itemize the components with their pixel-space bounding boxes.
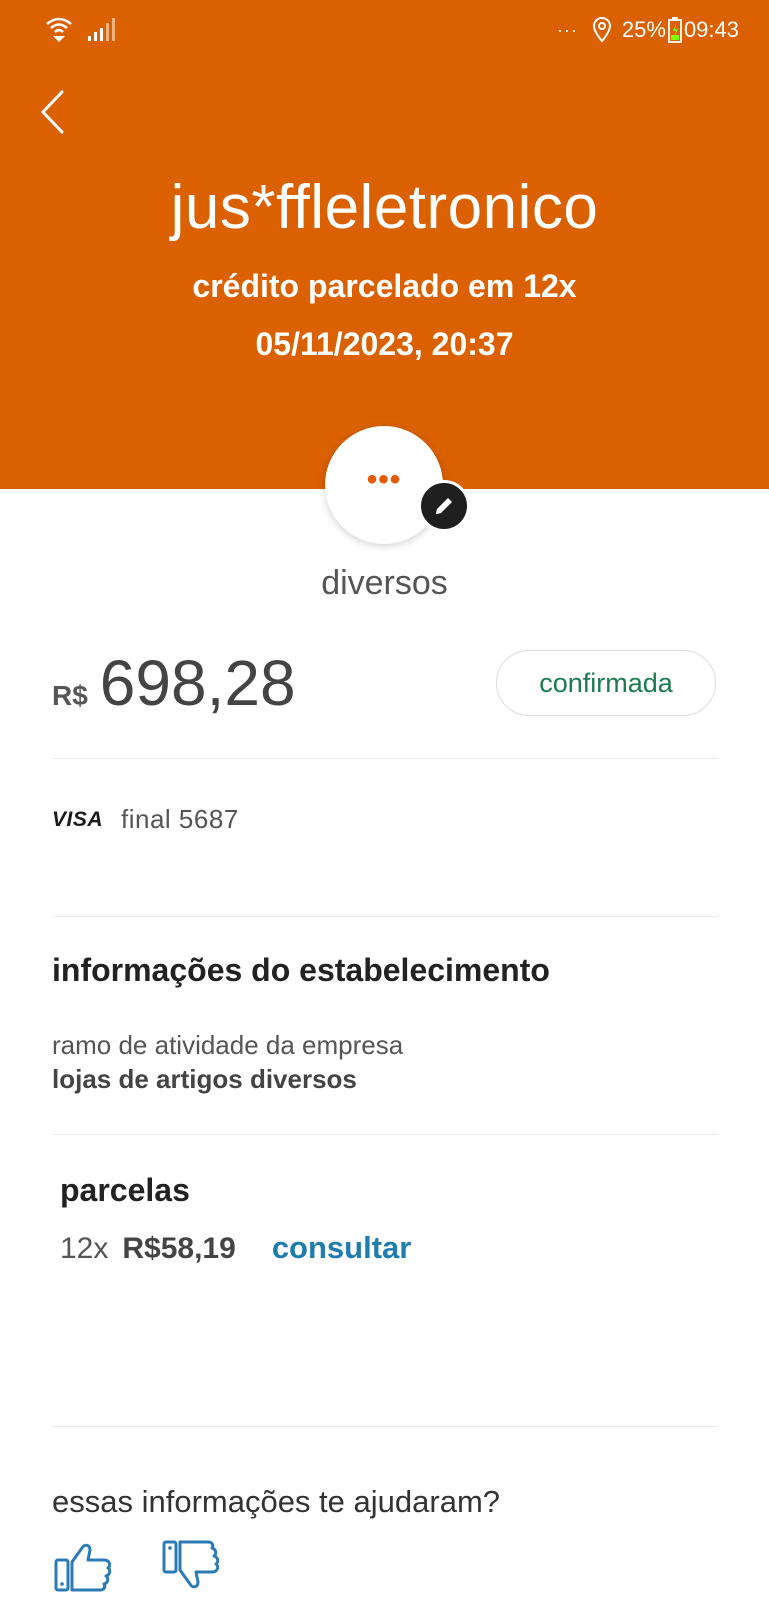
more-icon: •••: [366, 463, 402, 496]
status-badge: confirmada: [496, 650, 716, 716]
amount: R$ 698,28: [52, 646, 296, 720]
card-final-digits: final 5687: [121, 804, 239, 834]
card-info: VISA final 5687: [52, 804, 239, 835]
location-icon: [592, 16, 612, 44]
category-name: diversos: [321, 564, 448, 602]
thumbs-up-icon: [54, 1543, 112, 1592]
divider: [52, 758, 718, 759]
edit-category-button[interactable]: [418, 480, 470, 532]
transaction-datetime: 05/11/2023, 20:37: [255, 326, 514, 362]
divider: [52, 1134, 718, 1135]
divider: [52, 1426, 718, 1427]
divider: [52, 916, 718, 917]
merchant-info-title: informações do estabelecimento: [52, 952, 550, 988]
business-activity-label: ramo de atividade da empresa: [52, 1030, 404, 1060]
pencil-icon: [436, 498, 452, 514]
installments-title: parcelas: [60, 1172, 190, 1208]
visa-logo: VISA: [52, 807, 104, 831]
installments-row: 12x R$58,19 consultar: [60, 1230, 411, 1266]
signal-icon: [88, 18, 116, 47]
wifi-icon: [44, 14, 74, 49]
installments-count: 12x: [60, 1232, 109, 1265]
merchant-name: jus*ffleletronico: [170, 173, 599, 242]
consult-installments-link[interactable]: consultar: [272, 1230, 412, 1266]
chevron-left-icon: [40, 90, 64, 134]
amount-value: 698,28: [99, 647, 296, 719]
status-right: ··· 25% 09:43: [557, 16, 739, 44]
thumbs-down-button[interactable]: [162, 1540, 222, 1592]
business-activity-value: lojas de artigos diversos: [52, 1064, 357, 1094]
status-bar: ··· 25% 09:43: [0, 0, 769, 64]
thumbs-up-button[interactable]: [54, 1540, 114, 1592]
back-button[interactable]: [30, 84, 74, 140]
transaction-type: crédito parcelado em 12x: [192, 268, 577, 304]
battery-percent: 25%: [621, 17, 666, 42]
notification-dots: ···: [556, 19, 578, 40]
header: ··· 25% 09:43 jus*ffleletronico crédito …: [0, 0, 769, 489]
installment-value: R$58,19: [122, 1232, 236, 1265]
thumbs-down-icon: [162, 1540, 220, 1589]
currency-symbol: R$: [52, 680, 88, 711]
clock: 09:43: [683, 17, 739, 42]
battery-icon: [668, 17, 682, 43]
feedback-question: essas informações te ajudaram?: [52, 1484, 501, 1519]
category-button[interactable]: •••: [325, 426, 443, 544]
